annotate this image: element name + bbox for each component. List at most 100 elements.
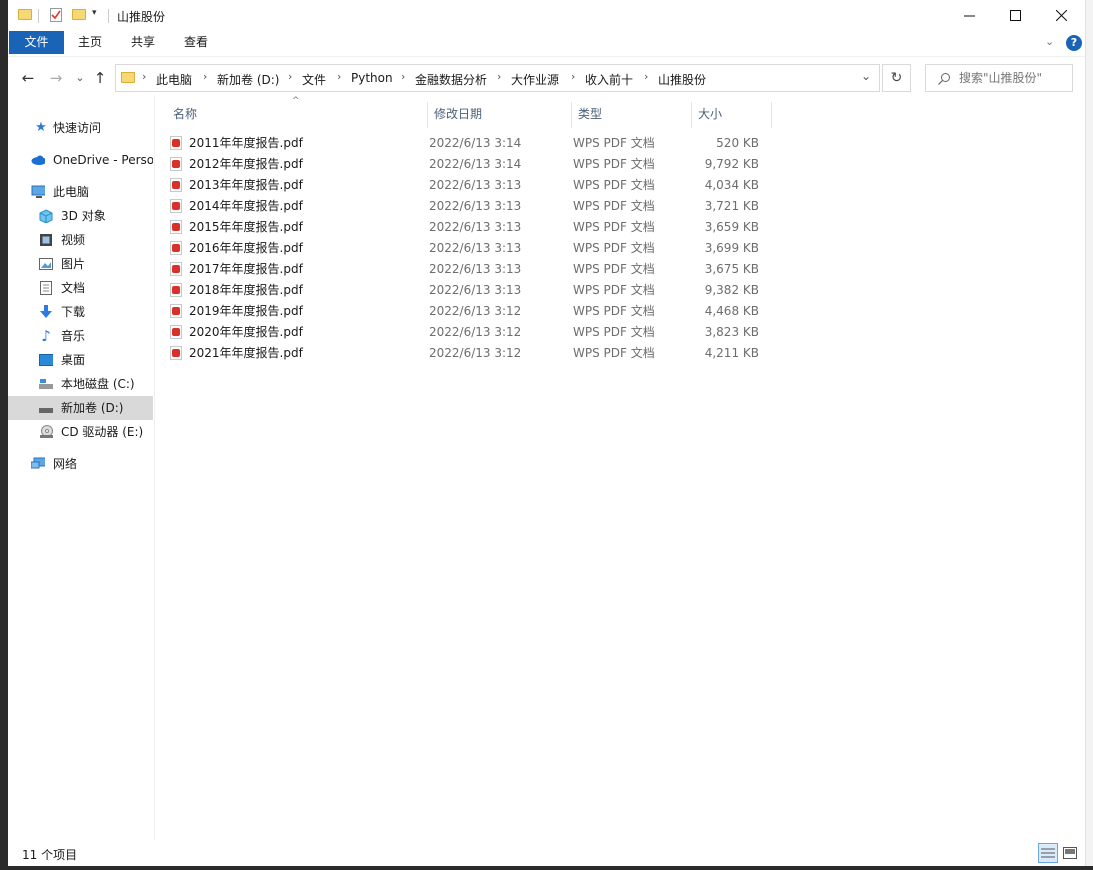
address-bar[interactable]: › 此电脑 › 新加卷 (D:) › 文件 › Python › 金融数据分析 … bbox=[115, 64, 880, 92]
breadcrumb-drive-d[interactable]: 新加卷 (D:) bbox=[217, 71, 279, 88]
customize-toolbar-icon[interactable]: ▾ bbox=[92, 8, 97, 24]
file-name: 2016年年度报告.pdf bbox=[189, 241, 303, 255]
file-row[interactable]: 2016年年度报告.pdf 2022/6/13 3:13 WPS PDF 文档 … bbox=[166, 238, 773, 259]
chevron-right-icon[interactable]: › bbox=[203, 70, 207, 83]
chevron-right-icon[interactable]: › bbox=[288, 70, 292, 83]
new-folder-icon[interactable] bbox=[72, 9, 86, 20]
sidebar-item-label: OneDrive - Perso bbox=[53, 153, 153, 167]
chevron-right-icon[interactable]: › bbox=[571, 70, 575, 83]
large-icons-view-button[interactable] bbox=[1060, 843, 1080, 863]
chevron-right-icon[interactable]: › bbox=[644, 70, 648, 83]
tab-view[interactable]: 查看 bbox=[176, 31, 216, 54]
file-row[interactable]: 2021年年度报告.pdf 2022/6/13 3:12 WPS PDF 文档 … bbox=[166, 343, 773, 364]
sidebar-item-videos[interactable]: 视频 bbox=[8, 228, 153, 252]
sidebar-item-downloads[interactable]: 下载 bbox=[8, 300, 153, 324]
sidebar-item-3d-objects[interactable]: 3D 对象 bbox=[8, 204, 153, 228]
refresh-button[interactable]: ↻ bbox=[882, 64, 911, 92]
chevron-right-icon[interactable]: › bbox=[401, 70, 405, 83]
file-row[interactable]: 2011年年度报告.pdf 2022/6/13 3:14 WPS PDF 文档 … bbox=[166, 133, 773, 154]
file-row[interactable]: 2018年年度报告.pdf 2022/6/13 3:13 WPS PDF 文档 … bbox=[166, 280, 773, 301]
sidebar-item-pictures[interactable]: 图片 bbox=[8, 252, 153, 276]
file-row[interactable]: 2012年年度报告.pdf 2022/6/13 3:14 WPS PDF 文档 … bbox=[166, 154, 773, 175]
tab-share[interactable]: 共享 bbox=[123, 31, 163, 54]
search-box[interactable] bbox=[925, 64, 1073, 92]
file-row[interactable]: 2020年年度报告.pdf 2022/6/13 3:12 WPS PDF 文档 … bbox=[166, 322, 773, 343]
file-name: 2018年年度报告.pdf bbox=[189, 283, 303, 297]
folder-icon bbox=[18, 9, 32, 20]
file-row[interactable]: 2017年年度报告.pdf 2022/6/13 3:13 WPS PDF 文档 … bbox=[166, 259, 773, 280]
details-view-button[interactable] bbox=[1038, 843, 1058, 863]
sidebar-item-label: 快速访问 bbox=[53, 121, 102, 135]
column-divider[interactable] bbox=[691, 102, 692, 128]
sidebar-item-music[interactable]: ♪ 音乐 bbox=[8, 324, 153, 348]
column-header-type[interactable]: 类型 bbox=[578, 100, 602, 128]
pdf-file-icon bbox=[170, 178, 182, 192]
tab-file[interactable]: 文件 bbox=[9, 31, 64, 54]
file-size: 3,659 KB bbox=[704, 220, 759, 234]
file-type: WPS PDF 文档 bbox=[573, 136, 655, 150]
chevron-right-icon[interactable]: › bbox=[337, 70, 341, 83]
file-row[interactable]: 2014年年度报告.pdf 2022/6/13 3:13 WPS PDF 文档 … bbox=[166, 196, 773, 217]
expand-ribbon-icon[interactable]: ⌄ bbox=[1045, 35, 1054, 48]
pdf-file-icon bbox=[170, 304, 182, 318]
sidebar-item-quick-access[interactable]: ★ 快速访问 bbox=[8, 116, 153, 140]
file-name: 2013年年度报告.pdf bbox=[189, 178, 303, 192]
breadcrumb-current-folder[interactable]: 山推股份 bbox=[658, 71, 706, 88]
taskbar-edge bbox=[0, 866, 1093, 870]
breadcrumb-project-source[interactable]: 大作业源 bbox=[511, 71, 559, 88]
up-button[interactable]: ↑ bbox=[90, 69, 110, 87]
breadcrumb-files[interactable]: 文件 bbox=[302, 71, 326, 88]
sidebar-item-label: 本地磁盘 (C:) bbox=[61, 377, 135, 391]
help-icon[interactable]: ? bbox=[1066, 35, 1082, 51]
sort-ascending-icon: ^ bbox=[292, 96, 300, 106]
sidebar-item-label: CD 驱动器 (E:) bbox=[61, 425, 144, 439]
file-date: 2022/6/13 3:12 bbox=[429, 325, 522, 339]
column-divider[interactable] bbox=[571, 102, 572, 128]
address-dropdown-icon[interactable]: ⌄ bbox=[861, 69, 871, 83]
sidebar-item-network[interactable]: 网络 bbox=[8, 452, 153, 476]
sidebar-item-label: 音乐 bbox=[61, 329, 86, 343]
file-row[interactable]: 2013年年度报告.pdf 2022/6/13 3:13 WPS PDF 文档 … bbox=[166, 175, 773, 196]
properties-icon[interactable] bbox=[50, 8, 62, 22]
file-size: 520 KB bbox=[716, 136, 759, 150]
close-button[interactable] bbox=[1038, 0, 1084, 30]
column-header-name[interactable]: 名称 bbox=[173, 100, 197, 128]
column-divider[interactable] bbox=[771, 102, 772, 128]
search-input[interactable] bbox=[959, 69, 1069, 87]
breadcrumb-top-ten[interactable]: 收入前十 bbox=[585, 71, 633, 88]
pdf-file-icon bbox=[170, 136, 182, 150]
tab-home[interactable]: 主页 bbox=[70, 31, 110, 54]
sidebar-item-label: 下载 bbox=[61, 305, 86, 319]
column-header-date[interactable]: 修改日期 bbox=[434, 100, 482, 128]
breadcrumb-financial-analysis[interactable]: 金融数据分析 bbox=[415, 71, 487, 88]
sidebar-item-onedrive[interactable]: OneDrive - Perso bbox=[8, 148, 153, 172]
details-view-icon bbox=[1041, 848, 1055, 858]
file-date: 2022/6/13 3:14 bbox=[429, 136, 522, 150]
chevron-right-icon[interactable]: › bbox=[497, 70, 501, 83]
forward-button[interactable]: → bbox=[46, 69, 66, 87]
file-size: 3,823 KB bbox=[704, 325, 759, 339]
background-app-strip-right bbox=[1085, 0, 1093, 870]
title-separator bbox=[108, 9, 109, 23]
quick-access-separator bbox=[38, 9, 39, 23]
sidebar-item-documents[interactable]: 文档 bbox=[8, 276, 153, 300]
file-row[interactable]: 2015年年度报告.pdf 2022/6/13 3:13 WPS PDF 文档 … bbox=[166, 217, 773, 238]
sidebar-item-local-disk-c[interactable]: 本地磁盘 (C:) bbox=[8, 372, 153, 396]
column-divider[interactable] bbox=[427, 102, 428, 128]
sidebar-item-label: 新加卷 (D:) bbox=[61, 401, 124, 415]
file-row[interactable]: 2019年年度报告.pdf 2022/6/13 3:12 WPS PDF 文档 … bbox=[166, 301, 773, 322]
chevron-right-icon[interactable]: › bbox=[142, 70, 146, 83]
sidebar-item-this-pc[interactable]: 此电脑 bbox=[8, 180, 153, 204]
minimize-button[interactable] bbox=[946, 0, 992, 30]
sidebar-item-drive-d[interactable]: 新加卷 (D:) bbox=[8, 396, 153, 420]
maximize-button[interactable] bbox=[992, 0, 1038, 30]
column-header-size[interactable]: 大小 bbox=[698, 100, 722, 128]
status-bar: 11 个项目 bbox=[8, 840, 1085, 866]
back-button[interactable]: ← bbox=[18, 69, 38, 87]
sidebar-item-cd-drive-e[interactable]: CD 驱动器 (E:) bbox=[8, 420, 153, 444]
breadcrumb-python[interactable]: Python bbox=[351, 71, 393, 85]
sidebar-item-desktop[interactable]: 桌面 bbox=[8, 348, 153, 372]
star-icon: ★ bbox=[35, 120, 47, 135]
recent-locations-button[interactable]: ⌄ bbox=[70, 69, 90, 87]
breadcrumb-this-pc[interactable]: 此电脑 bbox=[156, 71, 192, 88]
